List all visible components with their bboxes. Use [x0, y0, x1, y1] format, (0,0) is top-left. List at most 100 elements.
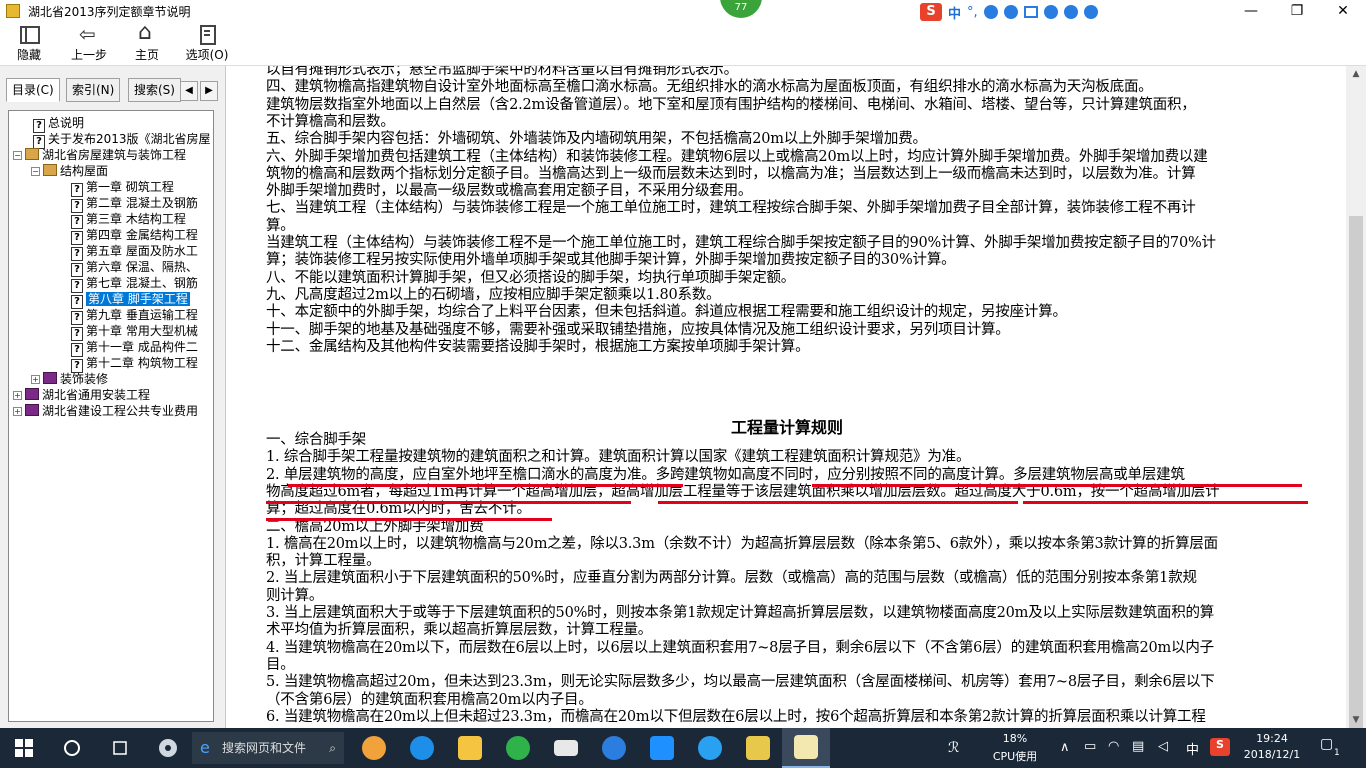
- tree-item-chapter-7[interactable]: ? 第七章 混凝土、钢筋: [71, 275, 198, 293]
- tree-item-chapter-10[interactable]: ? 第十章 常用大型机械: [71, 323, 198, 341]
- taskbar-app-notes[interactable]: [734, 728, 782, 768]
- content-line: 1. 檐高在20m以上时，以建筑物檐高与20m之差，除以3.3m（余数不计）为超…: [266, 535, 1218, 552]
- scroll-down-arrow-icon[interactable]: ▼: [1346, 712, 1366, 728]
- sogou-logo-icon[interactable]: S: [920, 3, 942, 21]
- clock-time[interactable]: 19:24: [1240, 732, 1304, 745]
- content-line: 1. 综合脚手架工程量按建筑物的建筑面积之和计算。建筑面积计算以国家《建筑工程建…: [266, 449, 971, 466]
- tree-item-release-notice[interactable]: ? 关于发布2013版《湖北省房屋: [33, 131, 211, 149]
- minimize-button[interactable]: —: [1228, 0, 1274, 22]
- home-button[interactable]: 主页: [120, 20, 174, 64]
- tree-item-label: 第四章 金属结构工程: [86, 228, 198, 242]
- browser-360-icon: [506, 736, 530, 760]
- tree-item-chapter-5[interactable]: ? 第五章 屋面及防水工: [71, 243, 198, 261]
- microphone-icon[interactable]: [1003, 5, 1018, 19]
- content-line: 以自有摊销形式表示；悬空吊篮脚手架中的材料含量以自有摊销形式表示。: [266, 66, 738, 78]
- red-underline: [1023, 501, 1308, 504]
- taskbar-app-g[interactable]: [686, 728, 734, 768]
- tree-item-general-notes[interactable]: ? 总说明: [33, 115, 84, 133]
- back-button-label: 上一步: [70, 48, 107, 62]
- tab-scroll-left-button[interactable]: ◀: [180, 81, 198, 101]
- tree-item-chapter-3[interactable]: ? 第三章 木结构工程: [71, 211, 186, 229]
- content-vertical-scrollbar[interactable]: ▲ ▼: [1346, 66, 1366, 768]
- tree-item-decoration[interactable]: + 装饰装修: [31, 371, 108, 387]
- content-line: 建筑物层数指室外地面以上自然层（含2.2m设备管道层）。地下室和屋顶有围护结构的…: [266, 96, 1196, 113]
- close-button[interactable]: ✕: [1320, 0, 1366, 22]
- tree-item-chapter-12[interactable]: ? 第十二章 构筑物工程: [71, 355, 198, 373]
- content-line: 2. 单层建筑物的高度，应自室外地坪至檐口滴水的高度为准。多跨建筑物如高度不同时…: [266, 466, 1185, 483]
- tree-item-building-decoration[interactable]: − 湖北省房屋建筑与装饰工程: [13, 147, 186, 163]
- tree-item-chapter-11[interactable]: ? 第十一章 成品构件二: [71, 339, 198, 357]
- battery-icon[interactable]: ▭: [1084, 739, 1096, 754]
- options-button[interactable]: 选项(O): [180, 24, 234, 64]
- tree-item-chapter-4[interactable]: ? 第四章 金属结构工程: [71, 227, 198, 245]
- tray-lang-indicator[interactable]: 中: [1186, 739, 1199, 758]
- content-line: 十一、脚手架的地基及基础强度不够，需要补强或采取铺垫措施，应按具体情况及施工组织…: [266, 321, 1010, 338]
- ime-lang-indicator[interactable]: 中: [948, 3, 961, 22]
- task-view-icon: [113, 741, 127, 755]
- settings-wrench-icon[interactable]: [1083, 5, 1098, 19]
- tree-item-public-fees[interactable]: + 湖北省建设工程公共专业费用: [13, 403, 198, 419]
- pinwheel-app-button[interactable]: [144, 728, 192, 768]
- volume-icon[interactable]: ◁: [1158, 739, 1168, 754]
- tab-search[interactable]: 搜索(S): [128, 78, 181, 102]
- taskbar-app-explorer[interactable]: [446, 728, 494, 768]
- tab-index[interactable]: 索引(N): [66, 78, 121, 102]
- maximize-button[interactable]: ❐: [1274, 0, 1320, 22]
- taskbar-app-blue[interactable]: [638, 728, 686, 768]
- keyboard-icon[interactable]: [1023, 6, 1038, 18]
- tree-item-chapter-9[interactable]: ? 第九章 垂直运输工程: [71, 307, 198, 325]
- taskbar-app-browser[interactable]: [494, 728, 542, 768]
- tree-item-label: 第一章 砌筑工程: [86, 180, 174, 194]
- taskbar-app-help-active[interactable]: [782, 728, 830, 768]
- content-line: 一、综合脚手架: [266, 432, 367, 448]
- tree-item-chapter-6[interactable]: ? 第六章 保温、隔热、: [71, 259, 198, 277]
- chevron-up-icon[interactable]: ∧: [1060, 740, 1070, 755]
- taskbar-app-edge[interactable]: [590, 728, 638, 768]
- taskbar-search-box[interactable]: e 搜索网页和文件 ⌕: [192, 732, 344, 764]
- options-icon: [196, 24, 218, 45]
- punctuation-icon[interactable]: °,: [967, 5, 978, 20]
- expand-icon[interactable]: +: [13, 391, 22, 400]
- taskbar-app-mail[interactable]: [542, 728, 590, 768]
- tree-item-general-installation[interactable]: + 湖北省通用安装工程: [13, 387, 150, 403]
- collapse-icon[interactable]: −: [13, 151, 22, 160]
- people-icon[interactable]: ℛ: [948, 740, 959, 756]
- hide-pane-icon: [18, 24, 40, 44]
- hide-button[interactable]: 隐藏: [2, 24, 56, 64]
- collapse-icon[interactable]: −: [31, 167, 40, 176]
- emoji-icon[interactable]: [983, 5, 998, 19]
- task-view-button[interactable]: [96, 728, 144, 768]
- red-underline: [266, 518, 552, 521]
- tree-item-label: 湖北省通用安装工程: [42, 388, 151, 402]
- scroll-up-arrow-icon[interactable]: ▲: [1346, 66, 1366, 82]
- clock-date[interactable]: 2018/12/1: [1240, 748, 1304, 761]
- content-line: 4. 当建筑物檐高在20m以下，而层数在6层以上时，以6层以上建筑面积套用7~8…: [266, 639, 1214, 656]
- content-line: 不计算檐高和层数。: [266, 113, 395, 130]
- tree-item-chapter-8[interactable]: ? 第八章 脚手架工程: [71, 291, 190, 309]
- taskbar-app-1[interactable]: [350, 728, 398, 768]
- tab-scroll-right-button[interactable]: ▶: [200, 81, 218, 101]
- back-button[interactable]: 上一步: [62, 22, 116, 64]
- sogou-tray-icon[interactable]: S: [1210, 738, 1230, 756]
- network-icon[interactable]: ▤: [1132, 739, 1144, 754]
- cortana-circle-icon: [64, 740, 80, 756]
- expand-icon[interactable]: +: [13, 407, 22, 416]
- scrollbar-thumb[interactable]: [1349, 216, 1363, 768]
- ime-toolbar[interactable]: S 中 °,: [920, 2, 1130, 22]
- skin-icon[interactable]: [1063, 5, 1078, 19]
- wifi-icon[interactable]: ◠: [1108, 739, 1119, 754]
- floating-badge[interactable]: 77: [720, 0, 762, 18]
- title-bar: 湖北省2013序列定额章节说明 77 S 中 °, — ❐ ✕: [0, 0, 1366, 22]
- tab-contents[interactable]: 目录(C): [6, 78, 60, 102]
- user-icon[interactable]: [1043, 5, 1058, 19]
- taskbar-app-ie[interactable]: [398, 728, 446, 768]
- expand-icon[interactable]: +: [31, 375, 40, 384]
- app-sync-icon: [362, 736, 386, 760]
- tree-item-chapter-2[interactable]: ? 第二章 混凝土及钢筋: [71, 195, 198, 213]
- notification-center-icon[interactable]: ▢: [1320, 736, 1333, 752]
- start-button[interactable]: [0, 728, 48, 768]
- book-icon: [25, 404, 39, 416]
- tree-item-chapter-1[interactable]: ? 第一章 砌筑工程: [71, 179, 174, 197]
- tree-item-structure-roof[interactable]: − 结构屋面: [31, 163, 108, 179]
- cortana-button[interactable]: [48, 728, 96, 768]
